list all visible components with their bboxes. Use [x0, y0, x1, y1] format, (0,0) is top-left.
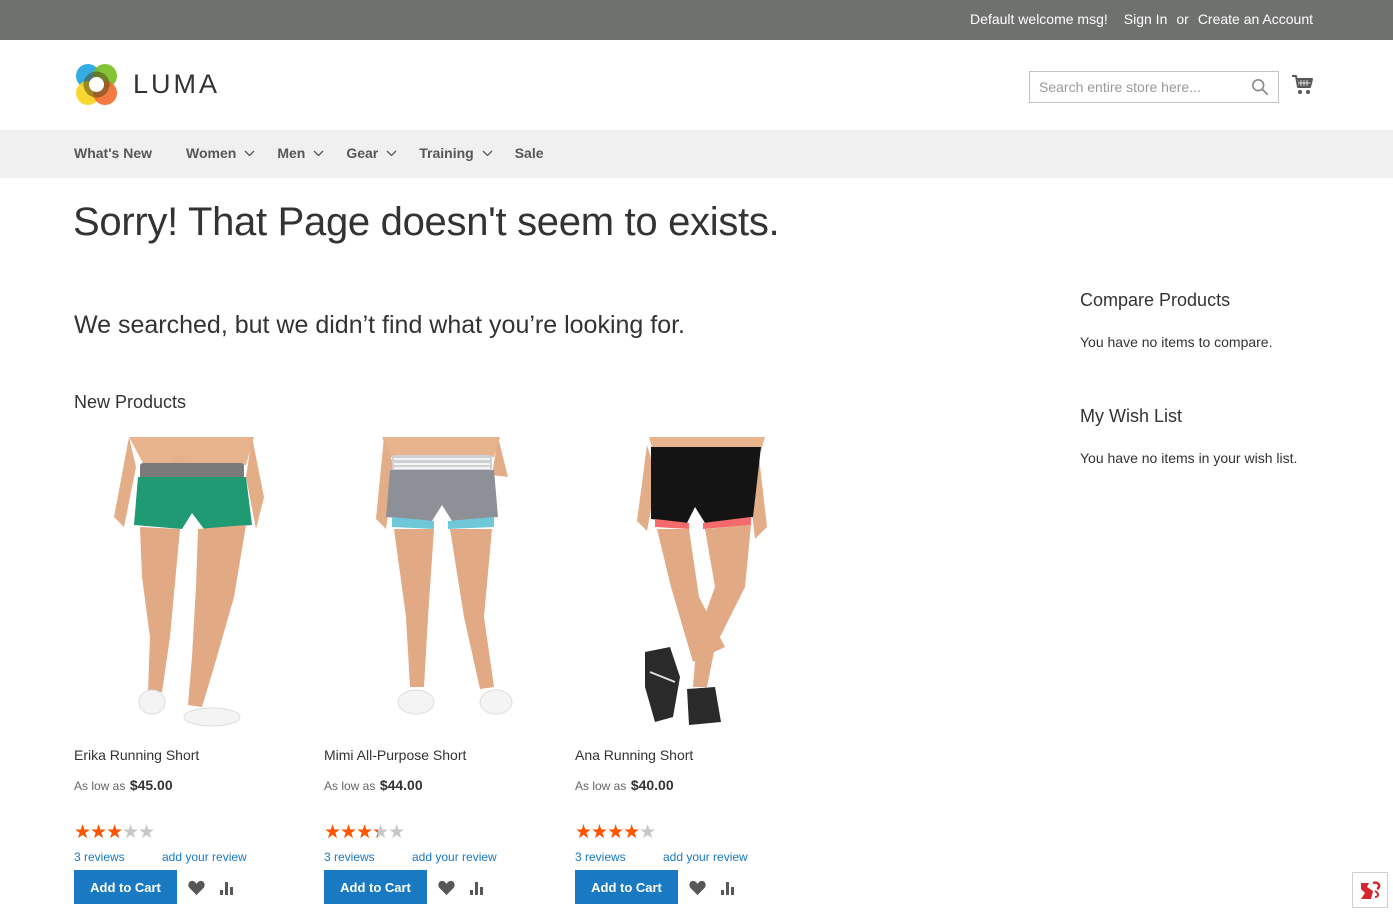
add-to-cart-button[interactable]: Add to Cart: [74, 870, 177, 904]
luma-logo[interactable]: LUMA: [74, 62, 220, 107]
chevron-down-icon: [482, 150, 493, 156]
price-box: As low as $45.00: [74, 777, 173, 795]
heart-icon[interactable]: [689, 880, 706, 895]
nav-item-women[interactable]: Women: [186, 145, 255, 161]
price-box: As low as $44.00: [324, 777, 423, 795]
nav-item-label: What's New: [74, 145, 153, 161]
chevron-down-icon: [244, 150, 255, 156]
welcome-message: Default welcome msg!: [970, 11, 1108, 27]
wishlist-empty-message: You have no items in your wish list.: [1080, 450, 1298, 466]
nav-item-whats-new[interactable]: What's New: [74, 145, 152, 161]
nav-item-label: Training: [419, 145, 474, 161]
product-photo: [114, 437, 264, 727]
sign-in-link[interactable]: Sign In: [1124, 11, 1168, 27]
nav-item-label: Men: [277, 145, 306, 161]
reviews-link[interactable]: 3 reviews: [575, 850, 626, 864]
product-name[interactable]: Ana Running Short: [575, 747, 693, 763]
product-name[interactable]: Erika Running Short: [74, 747, 199, 763]
product-image[interactable]: [575, 437, 815, 733]
rating-stars: ★★★★★ ★★★★★: [324, 823, 414, 842]
rating-stars-filled: ★★★★★: [324, 824, 378, 842]
compare-empty-message: You have no items to compare.: [1080, 334, 1273, 350]
price-label: As low as: [324, 779, 376, 793]
nav-item-training[interactable]: Training: [419, 145, 493, 161]
page-title: Sorry! That Page doesn't seem to exists.: [73, 200, 780, 244]
nav-item-gear[interactable]: Gear: [346, 145, 397, 161]
search-icon[interactable]: [1251, 78, 1269, 96]
not-found-subtitle: We searched, but we didn’t find what you…: [74, 311, 685, 339]
product-name[interactable]: Mimi All-Purpose Short: [324, 747, 466, 763]
create-account-link[interactable]: Create an Account: [1198, 11, 1313, 27]
product-photo: [376, 437, 513, 715]
rating-stars-filled: ★★★★★: [575, 824, 640, 842]
nav-item-men[interactable]: Men: [277, 145, 324, 161]
rating-stars: ★★★★★ ★★★★★: [74, 823, 164, 842]
add-to-cart-button[interactable]: Add to Cart: [324, 870, 427, 904]
add-review-link[interactable]: add your review: [663, 850, 748, 864]
widget-logo-icon: [1361, 881, 1381, 899]
top-panel: Default welcome msg! Sign In or Create a…: [0, 0, 1393, 40]
nav-item-label: Sale: [514, 145, 544, 161]
product-price: $44.00: [379, 777, 423, 793]
logo-text: LUMA: [133, 69, 221, 99]
price-label: As low as: [575, 779, 627, 793]
luma-logo-icon: [76, 64, 117, 105]
nav-item-label: Gear: [346, 145, 379, 161]
add-review-link[interactable]: add your review: [162, 850, 247, 864]
product-image[interactable]: [324, 437, 564, 733]
reviews-link[interactable]: 3 reviews: [324, 850, 375, 864]
feedback-widget[interactable]: [1352, 872, 1388, 908]
rating-stars: ★★★★★ ★★★★★: [575, 823, 665, 842]
reviews-link[interactable]: 3 reviews: [74, 850, 125, 864]
or-separator: or: [1176, 11, 1189, 27]
compare-icon[interactable]: [469, 880, 485, 895]
price-label: As low as: [74, 779, 126, 793]
add-review-link[interactable]: add your review: [412, 850, 497, 864]
chevron-down-icon: [313, 150, 324, 156]
search-box: [1029, 71, 1279, 103]
chevron-down-icon: [386, 150, 397, 156]
product-photo: [637, 437, 767, 725]
search-input[interactable]: [1030, 72, 1240, 102]
product-price: $45.00: [129, 777, 173, 793]
header: LUMA: [0, 40, 1393, 130]
product-card: Ana Running Short As low as $40.00 ★★★★★…: [575, 437, 815, 904]
compare-icon[interactable]: [219, 880, 235, 895]
product-image[interactable]: [74, 437, 314, 733]
rating-stars-filled: ★★★★★: [74, 824, 123, 842]
compare-icon[interactable]: [720, 880, 736, 895]
product-card: Erika Running Short As low as $45.00 ★★★…: [74, 437, 314, 904]
main-navigation: What's New Women Men Gear Training Sale: [0, 130, 1393, 178]
compare-products-title: Compare Products: [1080, 290, 1231, 310]
wishlist-title: My Wish List: [1080, 406, 1183, 426]
price-box: As low as $40.00: [575, 777, 674, 795]
nav-item-label: Women: [186, 145, 237, 161]
heart-icon[interactable]: [188, 880, 205, 895]
product-card: Mimi All-Purpose Short As low as $44.00 …: [324, 437, 564, 904]
add-to-cart-button[interactable]: Add to Cart: [575, 870, 678, 904]
nav-item-sale[interactable]: Sale: [515, 145, 544, 161]
heart-icon[interactable]: [438, 880, 455, 895]
new-products-title: New Products: [74, 392, 187, 412]
shopping-cart-icon[interactable]: [1291, 73, 1315, 97]
product-price: $40.00: [630, 777, 674, 793]
